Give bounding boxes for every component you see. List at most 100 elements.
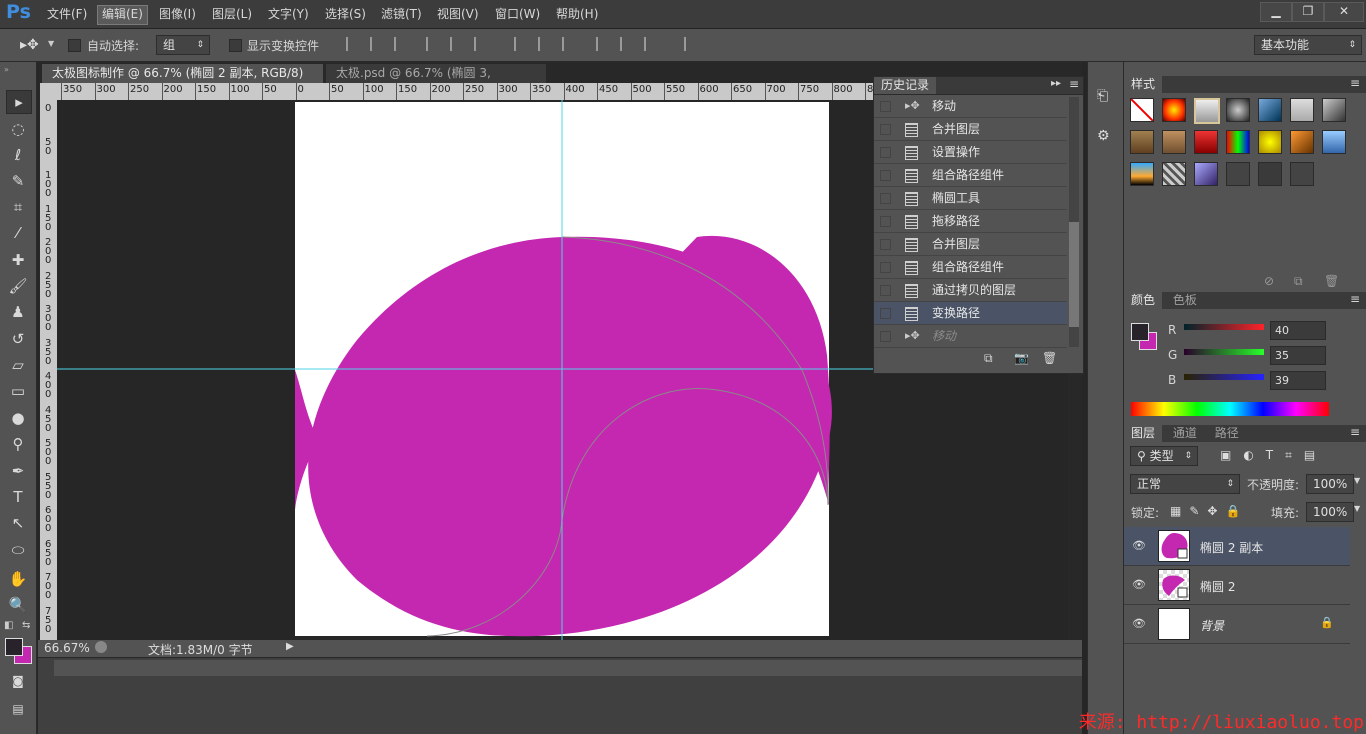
menu-type[interactable]: 文字(Y) [264, 6, 313, 24]
layer-filter-icons[interactable]: ▣◐T⌗▤ [1220, 448, 1327, 463]
ellipse-tool-icon[interactable]: ⬭ [6, 539, 30, 561]
tab-history[interactable]: 历史记录 [874, 77, 937, 94]
menu-file[interactable]: 文件(F) [43, 6, 91, 24]
tab-channels[interactable]: 通道 [1166, 425, 1204, 442]
r-slider[interactable] [1184, 324, 1264, 330]
menu-select[interactable]: 选择(S) [321, 6, 370, 24]
menu-edit[interactable]: 编辑(E) [97, 5, 148, 25]
tab-swatches[interactable]: 色板 [1166, 292, 1204, 309]
align-right-icon[interactable] [474, 37, 488, 51]
history-snapshot-checkbox[interactable] [880, 285, 891, 296]
history-item[interactable]: 组合路径组件 [874, 256, 1067, 279]
layer-row-ellipse2[interactable]: 👁 椭圆 2 [1124, 566, 1350, 605]
history-snapshot-checkbox[interactable] [880, 124, 891, 135]
properties-panel-icon[interactable]: ⚙ [1097, 128, 1110, 144]
history-item[interactable]: 椭圆工具 [874, 187, 1067, 210]
layer-name[interactable]: 椭圆 2 副本 [1200, 539, 1263, 556]
style-swatch[interactable] [1258, 162, 1282, 186]
history-panel-icon[interactable]: ⎗ [1097, 88, 1108, 104]
zoom-tool-icon[interactable]: 🔍 [6, 594, 30, 616]
new-style-icon[interactable]: ⧉ [1294, 274, 1303, 289]
history-item[interactable]: 变换路径 [874, 302, 1067, 325]
history-item[interactable]: ▸✥ 移动 [874, 95, 1067, 118]
align-vcenter-icon[interactable] [370, 37, 384, 51]
history-item[interactable]: 通过拷贝的图层 [874, 279, 1067, 302]
collapse-icon[interactable]: » [4, 65, 9, 74]
foreground-color-swatch[interactable] [5, 638, 23, 656]
blur-tool-icon[interactable]: ● [6, 407, 30, 429]
panel-menu-icon[interactable]: ≡ [1069, 77, 1079, 91]
quick-select-tool-icon[interactable]: ✎ [6, 170, 30, 192]
history-snapshot-checkbox[interactable] [880, 170, 891, 181]
status-icon[interactable] [95, 641, 107, 653]
style-swatch[interactable] [1130, 130, 1154, 154]
eyedropper-tool-icon[interactable]: ⁄ [6, 222, 30, 244]
play-icon[interactable]: ▶ [286, 641, 294, 652]
scrollbar-thumb[interactable] [1069, 222, 1079, 327]
pen-tool-icon[interactable]: ✒ [6, 460, 30, 482]
g-slider[interactable] [1184, 349, 1264, 355]
distribute-vcenter-icon[interactable] [538, 37, 552, 51]
marquee-tool-icon[interactable]: ◌ [6, 118, 30, 140]
chevron-down-icon[interactable]: ▼ [1354, 504, 1360, 513]
type-tool-icon[interactable]: T [6, 486, 30, 508]
restore-button[interactable]: ❐ [1292, 2, 1324, 22]
style-swatch[interactable] [1258, 98, 1282, 122]
visibility-eye-icon[interactable]: 👁 [1132, 617, 1146, 630]
style-swatch[interactable] [1322, 98, 1346, 122]
move-tool-icon[interactable]: ▸ [6, 90, 32, 114]
history-snapshot-checkbox[interactable] [880, 101, 891, 112]
clear-style-icon[interactable]: ⊘ [1264, 274, 1274, 288]
align-bottom-icon[interactable] [394, 37, 408, 51]
blend-mode-dropdown[interactable]: 正常 ⇕ [1130, 474, 1240, 494]
b-value[interactable]: 39 [1270, 371, 1326, 390]
opacity-field[interactable]: 100% [1306, 474, 1354, 494]
history-snapshot-checkbox[interactable] [880, 216, 891, 227]
style-swatch[interactable] [1258, 130, 1282, 154]
quick-mask-icon[interactable]: ◙ [6, 670, 30, 692]
move-tool-icon[interactable]: ▸✥ [20, 37, 39, 53]
swap-colors-icon[interactable]: ⇆ [22, 620, 30, 631]
tab-taiji-icon[interactable]: 太极图标制作 @ 66.7% (椭圆 2 副本, RGB/8) * × [42, 64, 323, 99]
menu-window[interactable]: 窗口(W) [491, 6, 544, 24]
menu-help[interactable]: 帮助(H) [552, 6, 602, 24]
path-select-tool-icon[interactable]: ↖ [6, 512, 30, 534]
panel-menu-icon[interactable]: ≡ [1350, 292, 1360, 306]
style-swatch[interactable] [1290, 98, 1314, 122]
history-item[interactable]: 合并图层 [874, 233, 1067, 256]
crop-tool-icon[interactable]: ⌗ [6, 196, 30, 218]
distribute-hcenter-icon[interactable] [620, 37, 634, 51]
distribute-right-icon[interactable] [644, 37, 658, 51]
style-swatch[interactable] [1322, 130, 1346, 154]
history-snapshot-checkbox[interactable] [880, 239, 891, 250]
style-swatch[interactable] [1194, 98, 1220, 124]
auto-select-checkbox[interactable] [68, 39, 81, 52]
history-snapshot-checkbox[interactable] [880, 331, 891, 342]
screen-mode-icon[interactable]: ▤ [6, 698, 30, 720]
history-item[interactable]: 组合路径组件 [874, 164, 1067, 187]
history-snapshot-checkbox[interactable] [880, 308, 891, 319]
align-left-icon[interactable] [426, 37, 440, 51]
style-swatch[interactable] [1162, 130, 1186, 154]
style-swatch[interactable] [1226, 162, 1250, 186]
style-swatch[interactable] [1226, 130, 1250, 154]
layer-row-background[interactable]: 👁 背景 🔒 [1124, 605, 1350, 644]
style-swatch[interactable] [1194, 162, 1218, 186]
expand-icon[interactable]: ▸▸ [1051, 78, 1061, 89]
distribute-bottom-icon[interactable] [562, 37, 576, 51]
brush-tool-icon[interactable]: 🖌 [6, 275, 30, 297]
history-snapshot-checkbox[interactable] [880, 193, 891, 204]
chevron-down-icon[interactable]: ▼ [48, 39, 54, 48]
align-top-icon[interactable] [346, 37, 360, 51]
lasso-tool-icon[interactable]: ℓ [6, 144, 30, 166]
layer-name[interactable]: 背景 [1200, 617, 1224, 634]
menu-image[interactable]: 图像(I) [155, 6, 200, 24]
history-brush-tool-icon[interactable]: ↺ [6, 328, 30, 350]
dodge-tool-icon[interactable]: ⚲ [6, 433, 30, 455]
distribute-top-icon[interactable] [514, 37, 528, 51]
camera-icon[interactable]: 📷 [1014, 351, 1029, 365]
delete-style-icon[interactable]: 🗑 [1324, 274, 1339, 288]
menu-layer[interactable]: 图层(L) [208, 6, 256, 24]
r-value[interactable]: 40 [1270, 321, 1326, 340]
history-item[interactable]: ▸✥ 移动 [874, 325, 1067, 348]
